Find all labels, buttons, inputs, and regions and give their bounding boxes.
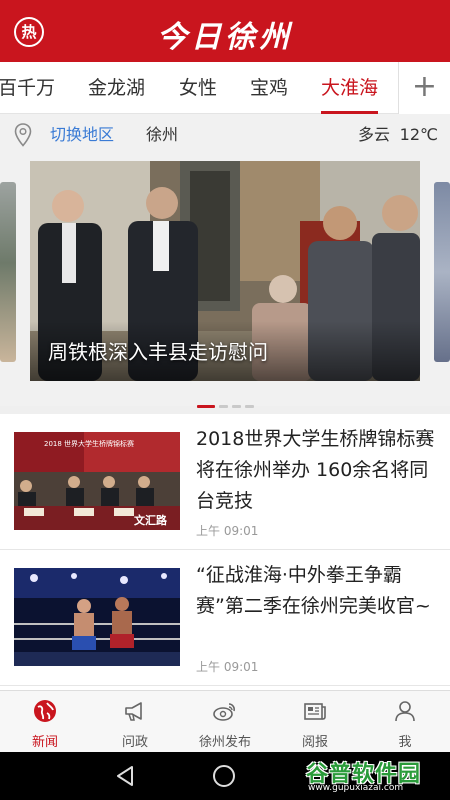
app-header: 热 今日徐州	[0, 0, 450, 62]
location-pin-icon	[14, 123, 32, 147]
news-thumb-image: 2018 世界大学生桥牌锦标赛 文汇路	[14, 432, 180, 530]
system-nav-bar: 谷普软件园 www.gupuxiazai.com	[0, 752, 450, 800]
news-item[interactable]: “征战淮海·中外拳王争霸赛”第二季在徐州完美收官~ 上午 09:01	[0, 550, 450, 686]
carousel-dot-active	[196, 405, 215, 408]
channel-tabs: 百千万 金龙湖 女性 宝鸡 大淮海 +	[0, 62, 450, 114]
app-title: 今日徐州	[157, 20, 293, 55]
news-thumbnail	[14, 568, 180, 666]
switch-region-link[interactable]: 切换地区	[50, 114, 114, 156]
tab-baoji[interactable]: 宝鸡	[250, 62, 288, 114]
tab-nvxing[interactable]: 女性	[179, 62, 217, 114]
watermark-url: www.gupuxiazai.com	[308, 783, 404, 793]
nav-label: 新闻	[31, 735, 58, 750]
news-thumbnail: 2018 世界大学生桥牌锦标赛 文汇路	[14, 432, 180, 530]
nav-xuzhou-fabu[interactable]: 徐州发布	[180, 691, 270, 753]
nav-label: 阅报	[301, 735, 328, 750]
home-circle-icon[interactable]	[213, 765, 235, 787]
news-title: 2018世界大学生桥牌锦标赛将在徐州举办 160余名将同台竞技	[196, 428, 435, 512]
news-title: “征战淮海·中外拳王争霸赛”第二季在徐州完美收官~	[196, 564, 431, 617]
person-icon	[395, 701, 415, 722]
tab-baiqianwan[interactable]: 百千万	[0, 62, 55, 114]
thumb-watermark-text: 文汇路	[134, 513, 168, 527]
weather-text: 多云	[357, 125, 390, 144]
prev-slide-peek[interactable]	[0, 182, 16, 362]
news-list: 2018 世界大学生桥牌锦标赛 文汇路 2018世界大学生桥牌锦标赛将在徐州举办…	[0, 414, 450, 690]
globe-icon	[34, 700, 56, 722]
temperature-text: 12℃	[399, 125, 438, 144]
slide-caption: 周铁根深入丰县走访慰问	[48, 340, 268, 364]
bottom-navigation: 新闻 问政 徐州发布 阅报 我	[0, 690, 450, 752]
thumb-banner-text: 2018 世界大学生桥牌锦标赛	[44, 439, 134, 448]
nav-yuebao[interactable]: 阅报	[270, 691, 360, 753]
news-time: 上午 09:01	[196, 524, 259, 538]
site-watermark: 谷普软件园 www.gupuxiazai.com	[304, 756, 444, 796]
news-item[interactable]: 2018 世界大学生桥牌锦标赛 文汇路 2018世界大学生桥牌锦标赛将在徐州举办…	[0, 414, 450, 550]
nav-label: 我	[398, 735, 412, 750]
carousel-dot	[231, 405, 241, 408]
nav-me[interactable]: 我	[360, 691, 450, 753]
tab-dahuaihai[interactable]: 大淮海	[321, 62, 379, 114]
weibo-icon	[213, 703, 235, 721]
carousel-dot	[244, 405, 254, 408]
nav-label: 徐州发布	[198, 735, 251, 750]
carousel-slide[interactable]: 周铁根深入丰县走访慰问	[30, 161, 420, 381]
carousel-dot	[218, 405, 228, 408]
megaphone-icon	[125, 702, 142, 721]
back-triangle-icon[interactable]	[114, 764, 136, 788]
location-bar: 切换地区 徐州 多云 12℃	[0, 114, 450, 156]
carousel-indicator	[0, 396, 450, 408]
next-slide-peek[interactable]	[434, 182, 450, 362]
nav-news[interactable]: 新闻	[0, 691, 90, 753]
nav-wenzheng[interactable]: 问政	[90, 691, 180, 753]
news-time: 上午 09:01	[196, 660, 259, 674]
news-carousel: 周铁根深入丰县走访慰问	[0, 156, 450, 408]
tab-jinlonghu[interactable]: 金龙湖	[88, 62, 145, 114]
add-channel-button[interactable]: +	[398, 62, 450, 114]
newspaper-icon	[304, 703, 326, 720]
news-thumb-image	[14, 568, 180, 666]
nav-label: 问政	[121, 735, 148, 750]
current-city: 徐州	[146, 125, 179, 144]
